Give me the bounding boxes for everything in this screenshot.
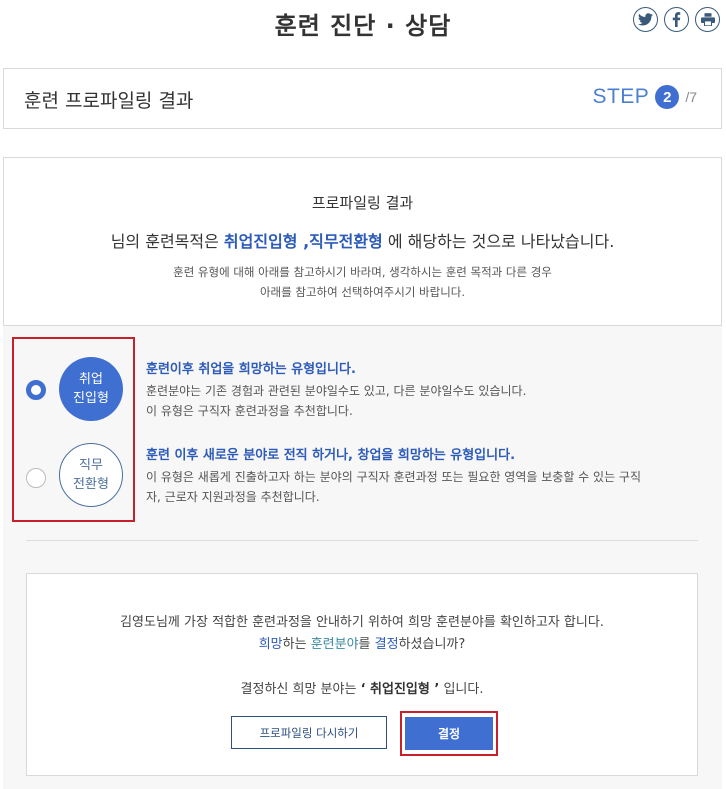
profiling-result-box: 프로파일링 결과 님의 훈련목적은 취업진입형 ,직무전환형 에 해당하는 것으… <box>3 157 722 326</box>
confirm-decision-prefix: 결정하신 희망 분야는 <box>240 682 361 697</box>
confirm-decision-suffix: 입니다. <box>439 682 484 697</box>
facebook-icon <box>672 12 681 27</box>
type-desc-line1: 이 유형은 새롭게 진출하고자 하는 분야의 구직자 훈련과정 또는 필요한 영… <box>146 470 642 484</box>
confirm-q-part4: 를 <box>358 637 375 652</box>
type-desc-line1: 훈련분야는 기존 경험과 관련된 분야일수도 있고, 다른 분야일수도 있습니다… <box>146 384 527 398</box>
result-main-highlight: 취업진입형 ,직무전환형 <box>223 232 383 251</box>
type-text-job-change: 훈련 이후 새로운 분야로 전직 하거나, 창업을 희망하는 유형입니다. 이 … <box>146 444 686 507</box>
step-total: /7 <box>685 89 697 105</box>
type-text-employment-entry: 훈련이후 취업을 희망하는 유형입니다. 훈련분야는 기존 경험과 관련된 분야… <box>146 358 686 421</box>
result-main-suffix: 에 해당하는 것으로 나타났습니다. <box>382 232 615 251</box>
confirm-q-decide: 결정 <box>374 637 399 652</box>
page-title: 훈련 진단 · 상담 <box>274 12 452 40</box>
result-main-prefix: 님의 훈련목적은 <box>110 232 224 251</box>
result-heading: 프로파일링 결과 <box>311 194 414 212</box>
type-title: 훈련 이후 새로운 분야로 전직 하거나, 창업을 희망하는 유형입니다. <box>146 448 516 463</box>
page-header: 훈련 진단 · 상담 <box>0 0 726 44</box>
confirm-button-highlight: 결정 <box>400 711 498 756</box>
step-title: 훈련 프로파일링 결과 <box>24 90 194 112</box>
result-desc-line1: 훈련 유형에 대해 아래를 참고하시기 바라며, 생각하시는 훈련 목적과 다른… <box>173 265 552 279</box>
section-divider <box>26 540 698 541</box>
confirm-q-part6: 하셨습니까? <box>398 637 466 652</box>
step-box: 훈련 프로파일링 결과 STEP 2 /7 <box>3 68 722 129</box>
step-label: STEP <box>592 85 650 108</box>
confirm-q-field: 훈련분야 <box>310 637 359 652</box>
confirm-button[interactable]: 결정 <box>405 717 493 750</box>
social-share-bar <box>633 7 720 32</box>
confirm-q-part2: 하는 <box>282 637 311 652</box>
twitter-share-button[interactable] <box>633 7 658 32</box>
confirm-question: 희망하는 훈련분야를 결정하셨습니까? <box>27 633 697 652</box>
confirm-decision: 결정하신 희망 분야는 ‘ 취업진입형 ’ 입니다. <box>27 678 697 697</box>
step-indicator: STEP 2 /7 <box>592 85 697 109</box>
facebook-share-button[interactable] <box>664 7 689 32</box>
step-current-badge: 2 <box>655 85 680 109</box>
result-description: 훈련 유형에 대해 아래를 참고하시기 바라며, 생각하시는 훈련 목적과 다른… <box>4 262 721 302</box>
confirm-intro: 김영도님께 가장 적합한 훈련과정을 안내하기 위하여 희망 훈련분야를 확인하… <box>120 615 604 630</box>
confirm-decision-value: ‘ 취업진입형 ’ <box>360 682 440 697</box>
result-summary: 님의 훈련목적은 취업진입형 ,직무전환형 에 해당하는 것으로 나타났습니다. <box>4 228 721 252</box>
print-icon <box>700 13 715 26</box>
print-button[interactable] <box>695 7 720 32</box>
confirm-box: 김영도님께 가장 적합한 훈련과정을 안내하기 위하여 희망 훈련분야를 확인하… <box>26 573 698 776</box>
type-title: 훈련이후 취업을 희망하는 유형입니다. <box>146 362 356 377</box>
type-desc-line2: 이 유형은 구직자 훈련과정을 추천합니다. <box>146 404 353 418</box>
profiling-retry-button[interactable]: 프로파일링 다시하기 <box>231 716 387 749</box>
confirm-q-hope: 희망 <box>258 637 283 652</box>
result-desc-line2: 아래를 참고하여 선택하여주시기 바랍니다. <box>259 285 466 299</box>
twitter-icon <box>638 13 653 26</box>
type-desc-line2: 자, 근로자 지원과정을 추천합니다. <box>146 490 320 504</box>
type-selection-highlight <box>12 337 135 522</box>
